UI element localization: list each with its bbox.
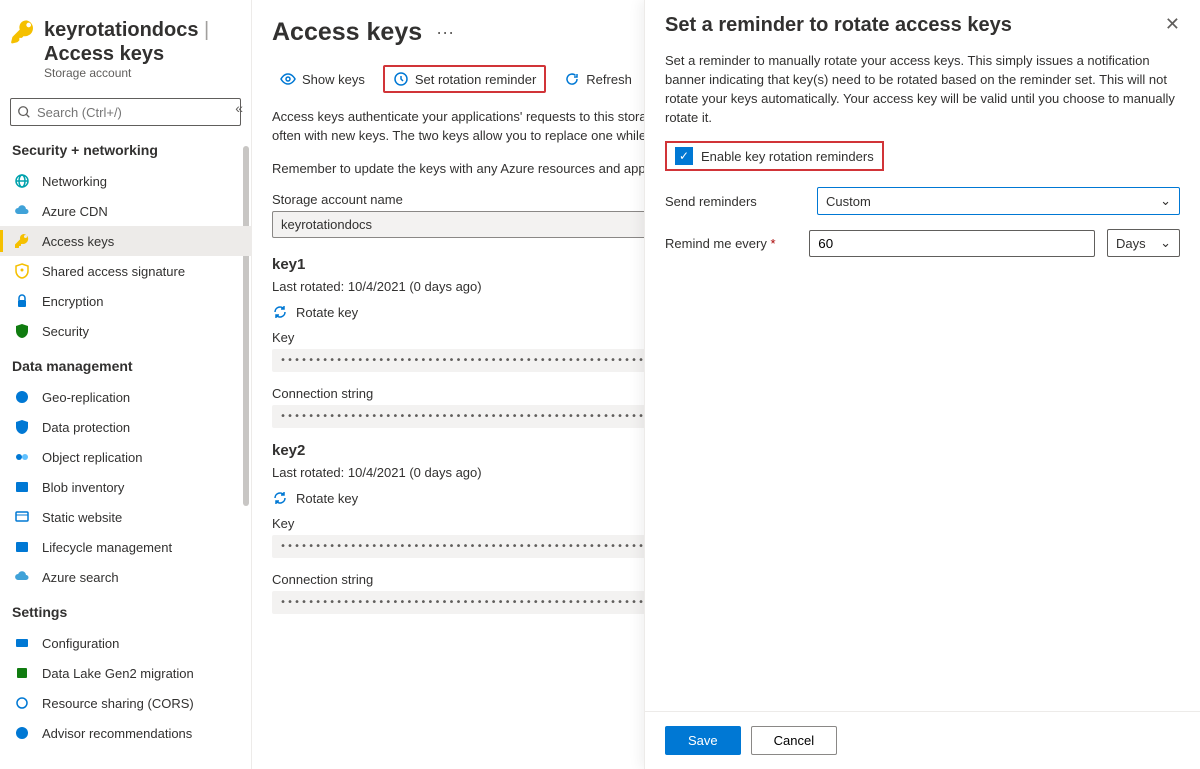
sas-icon bbox=[14, 263, 30, 279]
nav-objrepl[interactable]: Object replication bbox=[0, 442, 251, 472]
nav-sas[interactable]: Shared access signature bbox=[0, 256, 251, 286]
cancel-button[interactable]: Cancel bbox=[751, 726, 837, 755]
nav-security[interactable]: Security bbox=[0, 316, 251, 346]
search-cloud-icon bbox=[14, 569, 30, 585]
search-input[interactable] bbox=[10, 98, 241, 126]
check-icon: ✓ bbox=[675, 147, 693, 165]
sidebar: keyrotationdocs | Access keys Storage ac… bbox=[0, 0, 252, 769]
key-icon bbox=[14, 233, 30, 249]
nav-group-settings: Settings bbox=[0, 592, 251, 628]
refresh-button[interactable]: Refresh bbox=[556, 66, 640, 92]
key-icon bbox=[10, 18, 38, 46]
eye-icon bbox=[280, 71, 296, 87]
search-field[interactable] bbox=[31, 105, 234, 120]
clock-icon bbox=[393, 71, 409, 87]
nav-advisor[interactable]: Advisor recommendations bbox=[0, 718, 251, 748]
nav-lifecycle[interactable]: Lifecycle management bbox=[0, 532, 251, 562]
website-icon bbox=[14, 509, 30, 525]
nav-group-data: Data management bbox=[0, 346, 251, 382]
nav-cors[interactable]: Resource sharing (CORS) bbox=[0, 688, 251, 718]
nav-group-security: Security + networking bbox=[0, 130, 251, 166]
search-icon bbox=[17, 105, 31, 119]
replication-icon bbox=[14, 449, 30, 465]
globe-icon bbox=[14, 389, 30, 405]
nav-dataprotect[interactable]: Data protection bbox=[0, 412, 251, 442]
set-rotation-reminder-button[interactable]: Set rotation reminder bbox=[383, 65, 546, 93]
collapse-sidebar-icon[interactable]: « bbox=[235, 100, 243, 116]
nav: Security + networking Networking Azure C… bbox=[0, 130, 251, 769]
panel-description: Set a reminder to manually rotate your a… bbox=[665, 51, 1180, 127]
resource-type: Storage account bbox=[44, 66, 241, 80]
refresh-icon bbox=[564, 71, 580, 87]
shield-icon bbox=[14, 323, 30, 339]
remind-every-input[interactable] bbox=[809, 230, 1095, 257]
close-icon[interactable]: ✕ bbox=[1165, 14, 1180, 35]
lifecycle-icon bbox=[14, 539, 30, 555]
rotate-icon bbox=[272, 490, 288, 506]
cors-icon bbox=[14, 695, 30, 711]
nav-access-keys[interactable]: Access keys bbox=[0, 226, 251, 256]
chevron-down-icon: ⌄ bbox=[1160, 193, 1171, 209]
nav-networking[interactable]: Networking bbox=[0, 166, 251, 196]
cloud-icon bbox=[14, 203, 30, 219]
nav-config[interactable]: Configuration bbox=[0, 628, 251, 658]
save-button[interactable]: Save bbox=[665, 726, 741, 755]
main-page-title: Access keys bbox=[272, 18, 422, 47]
inventory-icon bbox=[14, 479, 30, 495]
nav-datalake[interactable]: Data Lake Gen2 migration bbox=[0, 658, 251, 688]
panel-title: Set a reminder to rotate access keys bbox=[665, 14, 1012, 37]
nav-geo[interactable]: Geo-replication bbox=[0, 382, 251, 412]
network-icon bbox=[14, 173, 30, 189]
send-reminders-label: Send reminders bbox=[665, 194, 817, 209]
lock-icon bbox=[14, 293, 30, 309]
datalake-icon bbox=[14, 665, 30, 681]
nav-azsearch[interactable]: Azure search bbox=[0, 562, 251, 592]
nav-blobinv[interactable]: Blob inventory bbox=[0, 472, 251, 502]
remind-every-label: Remind me every * bbox=[665, 236, 809, 251]
send-reminders-select[interactable]: Custom ⌄ bbox=[817, 187, 1180, 215]
config-icon bbox=[14, 635, 30, 651]
page-title: keyrotationdocs | Access keys bbox=[44, 18, 241, 66]
unit-select[interactable]: Days ⌄ bbox=[1107, 229, 1180, 257]
protect-icon bbox=[14, 419, 30, 435]
show-keys-button[interactable]: Show keys bbox=[272, 66, 373, 92]
advisor-icon bbox=[14, 725, 30, 741]
enable-reminders-checkbox[interactable]: ✓ Enable key rotation reminders bbox=[665, 141, 884, 171]
chevron-down-icon: ⌄ bbox=[1160, 235, 1171, 251]
nav-static[interactable]: Static website bbox=[0, 502, 251, 532]
nav-encryption[interactable]: Encryption bbox=[0, 286, 251, 316]
rotation-reminder-panel: Set a reminder to rotate access keys ✕ S… bbox=[644, 0, 1200, 769]
nav-cdn[interactable]: Azure CDN bbox=[0, 196, 251, 226]
rotate-icon bbox=[272, 304, 288, 320]
more-icon[interactable]: ··· bbox=[436, 22, 454, 43]
